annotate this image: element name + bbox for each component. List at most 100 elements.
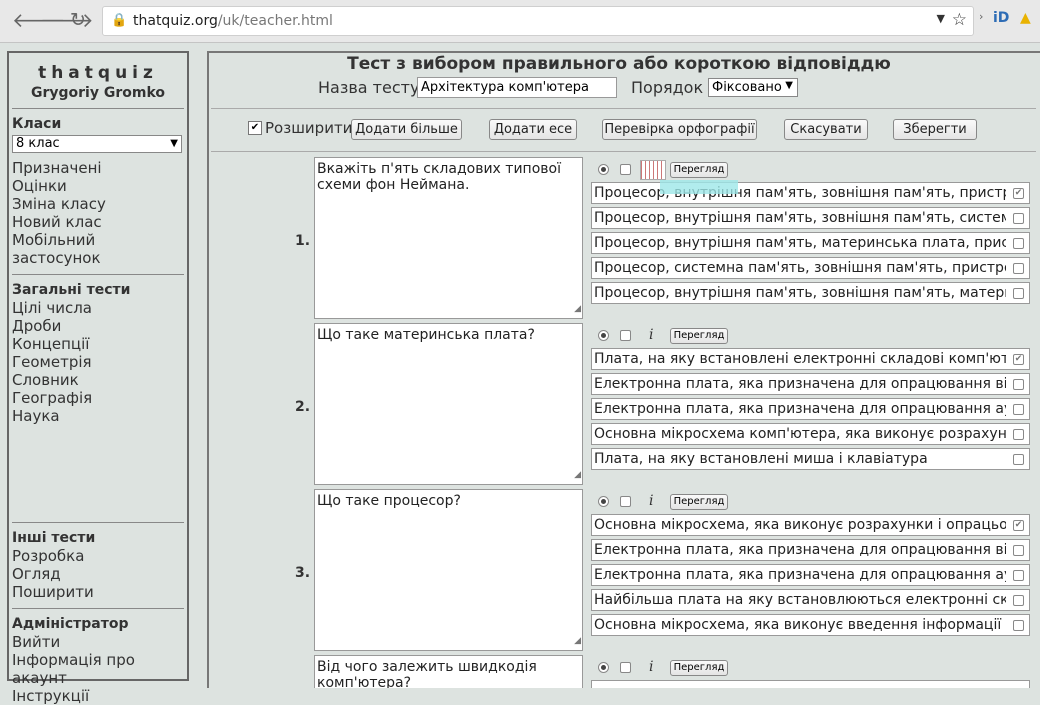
correct-answer-checkbox[interactable]: ✔	[1013, 354, 1024, 365]
sidebar-link-assigned[interactable]: Призначені	[12, 159, 187, 177]
editor-toolbar: ✔ Розширити Додати більше Додати есе Пер…	[211, 108, 1036, 152]
site-logo[interactable]: thatquiz	[9, 63, 187, 83]
add-essay-button[interactable]: Додати есе	[489, 119, 577, 140]
question-checkbox[interactable]	[620, 496, 631, 507]
resize-handle-icon[interactable]: ◢	[574, 467, 581, 483]
correct-answer-checkbox[interactable]	[1013, 454, 1024, 465]
answer-field[interactable]: Процесор, внутрішня пам'ять, материнська…	[591, 232, 1030, 254]
correct-answer-checkbox[interactable]	[1013, 429, 1024, 440]
save-button[interactable]: Зберегти	[893, 119, 977, 140]
answer-text: Найбільша плата на яку встановлюються ел…	[594, 592, 1006, 608]
answer-field[interactable]: Процесор, системна пам'ять, зовнішня пам…	[591, 257, 1030, 279]
answer-field[interactable]: Найбільша плата на яку встановлюються ел…	[591, 589, 1030, 611]
correct-answer-checkbox[interactable]	[1013, 263, 1024, 274]
sidebar-link-instructions[interactable]: Інструкції	[12, 687, 187, 705]
sidebar-link-account-info[interactable]: Інформація про акаунт	[12, 651, 187, 687]
sidebar-link-geography[interactable]: Географія	[12, 389, 187, 407]
sidebar-link-logout[interactable]: Вийти	[12, 633, 187, 651]
sidebar-link-edit-class[interactable]: Зміна класу	[12, 195, 187, 213]
correct-answer-checkbox[interactable]	[1013, 620, 1024, 631]
expand-label: Розширити	[265, 119, 353, 137]
question-text-area[interactable]: Що таке процесор? ◢	[314, 489, 583, 651]
question-text-area[interactable]: Що таке материнська плата? ◢	[314, 323, 583, 485]
answer-field[interactable]: Електронна плата, яка призначена для опр…	[591, 539, 1030, 561]
multiple-choice-radio[interactable]	[598, 164, 609, 175]
answer-text: Процесор, внутрішня пам'ять, зовнішня па…	[594, 185, 1006, 201]
correct-answer-checkbox[interactable]: ✔	[1013, 520, 1024, 531]
answer-field[interactable]: Електронна плата, яка призначена для опр…	[591, 564, 1030, 586]
spellcheck-button[interactable]: Перевірка орфографії	[602, 119, 757, 140]
correct-answer-checkbox[interactable]	[1013, 379, 1024, 390]
expand-checkbox[interactable]: ✔	[248, 121, 262, 135]
preview-button[interactable]: Перегляд	[670, 660, 728, 676]
question-checkbox[interactable]	[620, 662, 631, 673]
multiple-choice-radio[interactable]	[598, 662, 609, 673]
answer-text: Процесор, внутрішня пам'ять, зовнішня па…	[594, 210, 1006, 226]
answer-field[interactable]: Електронна плата, яка призначена для опр…	[591, 398, 1030, 420]
answer-field[interactable]: Електронна плата, яка призначена для опр…	[591, 373, 1030, 395]
answer-field[interactable]: Основна мікросхема, яка виконує введення…	[591, 614, 1030, 636]
order-select[interactable]: Фіксовано ▼	[708, 78, 798, 97]
answer-field[interactable]: Процесор, внутрішня пам'ять, зовнішня па…	[591, 207, 1030, 229]
multiple-choice-radio[interactable]	[598, 330, 609, 341]
answer-field[interactable]: Основна мікросхема комп'ютера, яка викон…	[591, 423, 1030, 445]
extension-id-icon[interactable]: iD	[993, 10, 1009, 26]
correct-answer-checkbox[interactable]: ✔	[1013, 188, 1024, 199]
info-icon[interactable]: i	[649, 327, 653, 343]
sidebar-link-fractions[interactable]: Дроби	[12, 317, 187, 335]
sidebar-link-geometry[interactable]: Геометрія	[12, 353, 187, 371]
info-icon[interactable]: i	[649, 659, 653, 675]
multiple-choice-radio[interactable]	[598, 496, 609, 507]
url-text[interactable]: thatquiz.org/uk/teacher.html	[133, 13, 333, 29]
question-checkbox[interactable]	[620, 330, 631, 341]
answer-field[interactable]	[591, 680, 1030, 688]
drive-icon[interactable]: ▲	[1020, 10, 1031, 26]
class-select[interactable]: 8 клас ▼	[12, 135, 182, 153]
class-select-value: 8 клас	[16, 136, 60, 151]
answer-field[interactable]: Плата, на яку встановлені електронні скл…	[591, 348, 1030, 370]
sidebar-link-new-class[interactable]: Новий клас	[12, 213, 187, 231]
answer-field[interactable]: Процесор, внутрішня пам'ять, зовнішня па…	[591, 182, 1030, 204]
answer-field[interactable]: Плата, на яку встановлені миша і клавіат…	[591, 448, 1030, 470]
resize-handle-icon[interactable]: ◢	[574, 301, 581, 317]
sidebar-link-science[interactable]: Наука	[12, 407, 187, 425]
answer-field[interactable]: Процесор, внутрішня пам'ять, зовнішня па…	[591, 282, 1030, 304]
correct-answer-checkbox[interactable]	[1013, 570, 1024, 581]
test-name-input[interactable]: Архітектура комп'ютера	[417, 77, 617, 98]
question-text-area[interactable]: Вкажіть п'ять складових типової схеми фо…	[314, 157, 583, 319]
cancel-button[interactable]: Скасувати	[784, 119, 868, 140]
address-bar[interactable]: 🔒 thatquiz.org/uk/teacher.html ▼ ☆	[102, 6, 974, 36]
correct-answer-checkbox[interactable]	[1013, 288, 1024, 299]
correct-answer-checkbox[interactable]	[1013, 595, 1024, 606]
bookmark-star-icon[interactable]: ☆	[952, 10, 967, 30]
add-more-button[interactable]: Додати більше	[351, 119, 462, 140]
sidebar-link-create[interactable]: Розробка	[12, 547, 187, 565]
question-text: Що таке материнська плата?	[317, 327, 535, 343]
info-icon[interactable]: i	[649, 493, 653, 509]
sidebar-link-vocabulary[interactable]: Словник	[12, 371, 187, 389]
sidebar-link-browse[interactable]: Огляд	[12, 565, 187, 583]
answer-text: Основна мікросхема комп'ютера, яка викон…	[594, 426, 1006, 442]
sidebar-link-integers[interactable]: Цілі числа	[12, 299, 187, 317]
image-thumbnail-icon[interactable]	[640, 160, 666, 180]
question-text-area[interactable]: Від чого залежить швидкодія комп'ютера?	[314, 655, 583, 688]
sidebar-link-grades[interactable]: Оцінки	[12, 177, 187, 195]
reload-icon[interactable]: ↻	[70, 9, 86, 31]
sidebar-link-mobile-app[interactable]: Мобільний застосунок	[12, 231, 187, 267]
owner-name: Grygoriy Gromko	[30, 85, 166, 101]
correct-answer-checkbox[interactable]	[1013, 238, 1024, 249]
question-checkbox[interactable]	[620, 164, 631, 175]
resize-handle-icon[interactable]: ◢	[574, 633, 581, 649]
preview-button[interactable]: Перегляд	[670, 494, 728, 510]
preview-button[interactable]: Перегляд	[670, 328, 728, 344]
correct-answer-checkbox[interactable]	[1013, 404, 1024, 415]
preview-button[interactable]: Перегляд	[670, 162, 728, 178]
sidebar-link-share[interactable]: Поширити	[12, 583, 187, 601]
overflow-chevron-icon[interactable]: ›	[979, 10, 983, 23]
url-dropdown-icon[interactable]: ▼	[937, 12, 945, 25]
correct-answer-checkbox[interactable]	[1013, 213, 1024, 224]
correct-answer-checkbox[interactable]	[1013, 545, 1024, 556]
divider	[12, 522, 184, 523]
answer-field[interactable]: Основна мікросхема, яка виконує розрахун…	[591, 514, 1030, 536]
sidebar-link-concepts[interactable]: Концепції	[12, 335, 187, 353]
